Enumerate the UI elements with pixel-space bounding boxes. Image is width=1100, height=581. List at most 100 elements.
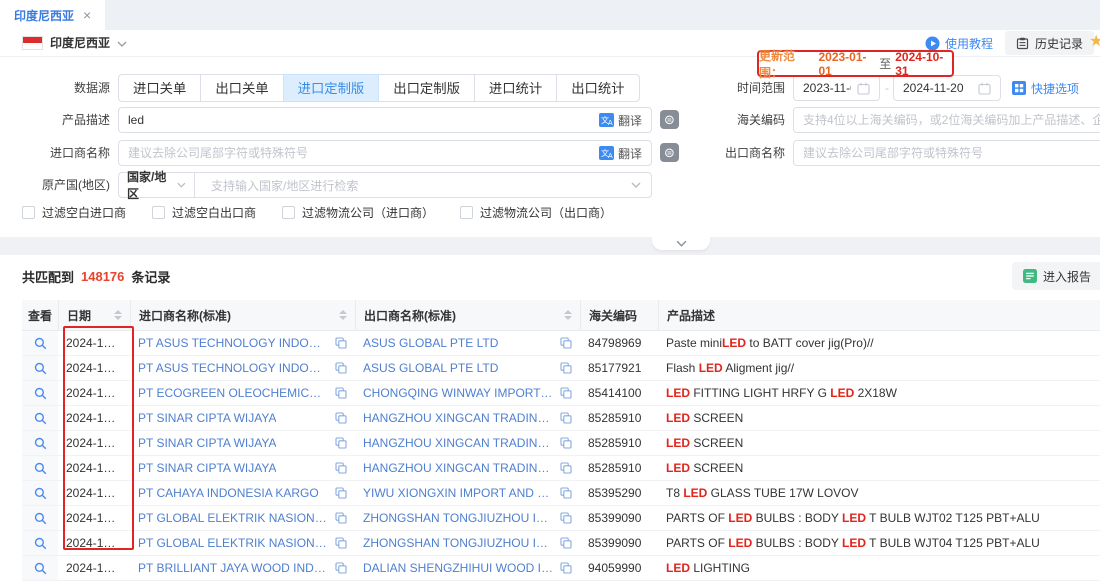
sort-icon[interactable] (339, 310, 347, 320)
copy-icon[interactable] (560, 337, 572, 349)
copy-icon[interactable] (335, 462, 347, 474)
date-from-input[interactable] (803, 81, 851, 95)
view-record-button[interactable] (22, 356, 58, 380)
importer-link[interactable]: PT BRILLIANT JAYA WOOD INDUSTRY (138, 561, 329, 575)
datasource-option[interactable]: 出口关单 (200, 74, 283, 102)
favorite-star-icon[interactable]: ★ (1089, 33, 1100, 51)
view-record-button[interactable] (22, 531, 58, 555)
tab-indonesia[interactable]: 印度尼西亚 × (0, 0, 105, 30)
datasource-option[interactable]: 出口统计 (556, 74, 639, 102)
magnifier-icon[interactable] (34, 487, 47, 500)
exporter-link[interactable]: HANGZHOU XINGCAN TRADING CO LTD (363, 436, 554, 450)
datasource-option[interactable]: 进口统计 (474, 74, 557, 102)
translate-button[interactable]: 文 A 翻译 (599, 145, 642, 162)
origin-country-select[interactable]: 国家/地区 (119, 173, 195, 197)
view-record-button[interactable] (22, 381, 58, 405)
sort-icon[interactable] (114, 310, 122, 320)
product-desc-input[interactable] (128, 113, 593, 127)
importer-link[interactable]: PT SINAR CIPTA WIJAYA (138, 411, 276, 425)
exporter-name-field[interactable] (793, 140, 1100, 166)
datasource-option[interactable]: 出口定制版 (378, 74, 475, 102)
magnifier-icon[interactable] (34, 562, 47, 575)
copy-icon[interactable] (560, 362, 572, 374)
country-selector[interactable]: 印度尼西亚 (50, 36, 127, 51)
translate-button[interactable]: 文 A 翻译 (599, 112, 642, 129)
quick-options-button[interactable]: 快捷选项 (1012, 75, 1079, 101)
importer-link[interactable]: PT CAHAYA INDONESIA KARGO (138, 486, 319, 500)
datasource-option[interactable]: 进口关单 (118, 74, 201, 102)
hs-code-input[interactable] (803, 113, 1100, 127)
view-record-button[interactable] (22, 481, 58, 505)
exporter-name-input[interactable] (803, 146, 1100, 160)
exporter-link[interactable]: ASUS GLOBAL PTE LTD (363, 361, 498, 375)
magnifier-icon[interactable] (34, 362, 47, 375)
product-desc-field[interactable]: 文 A 翻译 (118, 107, 652, 133)
hs-code-field[interactable] (793, 107, 1100, 133)
exporter-link[interactable]: ASUS GLOBAL PTE LTD (363, 336, 498, 350)
view-record-button[interactable] (22, 406, 58, 430)
collapse-panel-handle[interactable] (652, 237, 710, 250)
exporter-link[interactable]: HANGZHOU XINGCAN TRADING CO LTD (363, 461, 554, 475)
importer-link[interactable]: PT SINAR CIPTA WIJAYA (138, 436, 276, 450)
copy-icon[interactable] (335, 387, 347, 399)
sort-icon[interactable] (564, 310, 572, 320)
view-record-button[interactable] (22, 456, 58, 480)
copy-icon[interactable] (335, 412, 347, 424)
importer-link[interactable]: PT ECOGREEN OLEOCHEMICALS (138, 386, 329, 400)
filter-checkbox[interactable]: 过滤物流公司（出口商） (460, 204, 612, 221)
magnifier-icon[interactable] (34, 537, 47, 550)
origin-search-placeholder[interactable]: 支持输入国家/地区进行检索 (201, 177, 625, 194)
checkbox-box[interactable] (152, 206, 165, 219)
checkbox-box[interactable] (22, 206, 35, 219)
magnifier-icon[interactable] (34, 337, 47, 350)
origin-country-field[interactable]: 国家/地区 支持输入国家/地区进行检索 (118, 172, 652, 198)
enter-report-button[interactable]: 进入报告 (1012, 262, 1100, 290)
magnifier-icon[interactable] (34, 462, 47, 475)
copy-icon[interactable] (560, 437, 572, 449)
importer-link[interactable]: PT GLOBAL ELEKTRIK NASIONAL (138, 511, 329, 525)
datasource-option[interactable]: 进口定制版 (283, 74, 380, 102)
column-header-view[interactable]: 查看 (22, 300, 58, 330)
date-to-field[interactable] (893, 75, 1001, 101)
copy-icon[interactable] (335, 512, 347, 524)
exporter-link[interactable]: CHONGQING WINWAY IMPORT AND E... (363, 386, 554, 400)
importer-link[interactable]: PT GLOBAL ELEKTRIK NASIONAL (138, 536, 329, 550)
view-record-button[interactable] (22, 556, 58, 580)
filter-checkbox[interactable]: 过滤空白进口商 (22, 204, 126, 221)
importer-link[interactable]: PT ASUS TECHNOLOGY INDONESIA BA... (138, 361, 329, 375)
copy-icon[interactable] (560, 512, 572, 524)
importer-name-input[interactable] (128, 146, 593, 160)
column-header-date[interactable]: 日期 (58, 300, 130, 330)
exporter-link[interactable]: ZHONGSHAN TONGJIUZHOU INTERNA... (363, 511, 554, 525)
exporter-link[interactable]: DALIAN SHENGZHIHUI WOOD INDUST... (363, 561, 554, 575)
importer-link[interactable]: PT SINAR CIPTA WIJAYA (138, 461, 276, 475)
copy-icon[interactable] (335, 487, 347, 499)
exporter-link[interactable]: YIWU XIONGXIN IMPORT AND EXPORT... (363, 486, 554, 500)
magnifier-icon[interactable] (34, 512, 47, 525)
copy-icon[interactable] (335, 562, 347, 574)
filter-checkbox[interactable]: 过滤空白出口商 (152, 204, 256, 221)
copy-icon[interactable] (560, 387, 572, 399)
view-record-button[interactable] (22, 331, 58, 355)
view-record-button[interactable] (22, 431, 58, 455)
exporter-link[interactable]: ZHONGSHAN TONGJIUZHOU INTERNA... (363, 536, 554, 550)
checkbox-box[interactable] (460, 206, 473, 219)
column-header-importer[interactable]: 进口商名称(标准) (130, 300, 355, 330)
checkbox-box[interactable] (282, 206, 295, 219)
copy-icon[interactable] (560, 487, 572, 499)
copy-icon[interactable] (560, 462, 572, 474)
copy-icon[interactable] (560, 537, 572, 549)
importer-link[interactable]: PT ASUS TECHNOLOGY INDONESIA BA... (138, 336, 329, 350)
column-header-description[interactable]: 产品描述 (658, 300, 1100, 330)
tab-close-icon[interactable]: × (83, 8, 91, 22)
copy-icon[interactable] (560, 562, 572, 574)
copy-icon[interactable] (335, 337, 347, 349)
copy-icon[interactable] (560, 412, 572, 424)
magnifier-icon[interactable] (34, 437, 47, 450)
copy-icon[interactable] (335, 437, 347, 449)
exact-match-toggle[interactable]: ⊜ (660, 143, 679, 162)
magnifier-icon[interactable] (34, 412, 47, 425)
view-record-button[interactable] (22, 506, 58, 530)
magnifier-icon[interactable] (34, 387, 47, 400)
history-button[interactable]: 历史记录 (1005, 31, 1094, 55)
